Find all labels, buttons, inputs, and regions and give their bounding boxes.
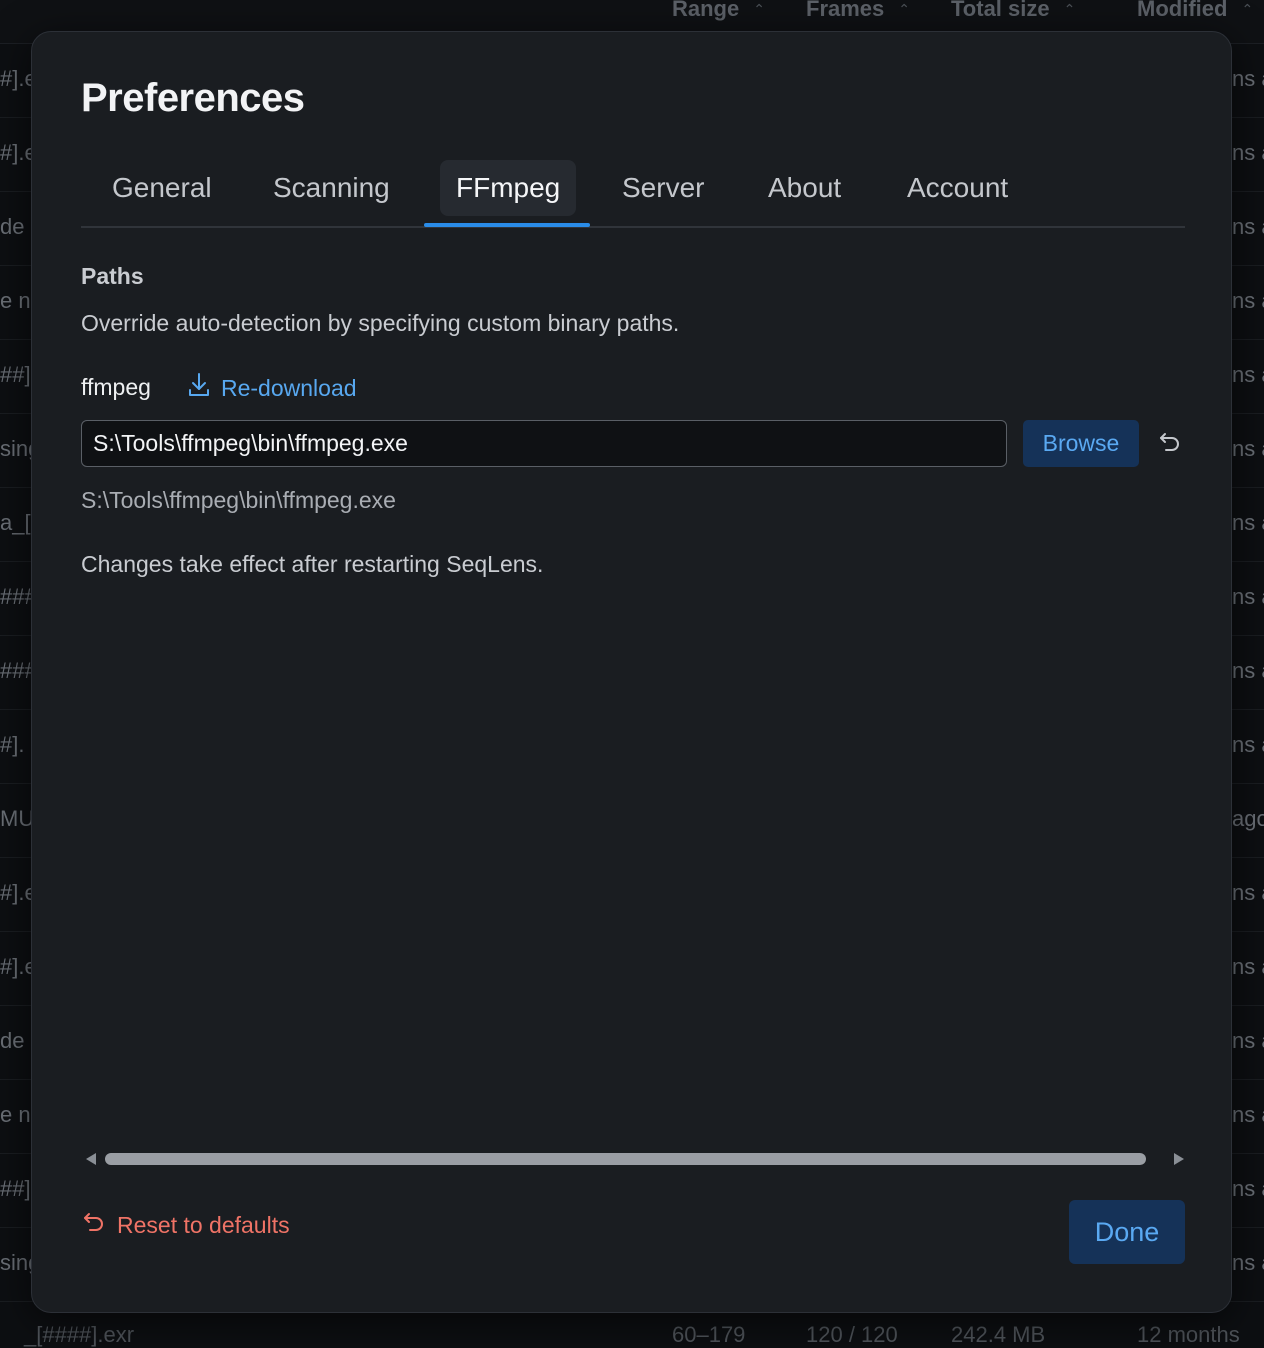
row-modified-fragment: ns a (1232, 584, 1264, 609)
row-modified-fragment: ns a (1232, 658, 1264, 683)
column-header-modified[interactable]: Modified ⌃ (1137, 0, 1253, 22)
tab-bar: General Scanning FFmpeg Server About Acc… (81, 160, 1185, 228)
row-modified-fragment: ns a (1232, 436, 1264, 461)
row-modified-fragment: ns a (1232, 1102, 1264, 1127)
row-modified-fragment: ns a (1232, 732, 1264, 757)
ffmpeg-path-input[interactable] (81, 420, 1007, 467)
resolved-path: S:\Tools\ffmpeg\bin\ffmpeg.exe (81, 487, 396, 513)
tab-server[interactable]: Server (606, 160, 720, 216)
table-cell-modified: 12 months (1137, 1322, 1240, 1347)
row-modified-fragment: ns a (1232, 1028, 1264, 1053)
horizontal-scrollbar[interactable] (82, 1148, 1188, 1170)
row-modified-fragment: ns a (1232, 1176, 1264, 1201)
row-name-fragment: MU (0, 806, 35, 831)
scroll-left-icon[interactable] (86, 1153, 96, 1165)
tab-scanning[interactable]: Scanning (257, 160, 406, 216)
row-name-fragment: de (0, 1028, 25, 1053)
reset-defaults-button[interactable]: Reset to defaults (81, 1208, 290, 1242)
row-name-fragment: de (0, 214, 25, 239)
table-cell-size: 242.4 MB (951, 1322, 1046, 1347)
browse-button[interactable]: Browse (1023, 420, 1139, 467)
preferences-dialog: Preferences General Scanning FFmpeg Serv… (31, 31, 1232, 1313)
undo-icon (81, 1209, 107, 1241)
download-icon (187, 371, 211, 405)
row-modified-fragment: ns a (1232, 140, 1264, 165)
dialog-title: Preferences (81, 76, 305, 120)
row-modified-fragment: ns a (1232, 66, 1264, 91)
active-tab-indicator (424, 223, 590, 227)
redownload-label: Re-download (221, 374, 357, 401)
done-button[interactable]: Done (1069, 1200, 1185, 1264)
row-name-fragment: a_[ (0, 510, 31, 535)
row-modified-fragment: ns a (1232, 362, 1264, 387)
row-name-fragment: #]. (0, 732, 25, 757)
column-header-frames[interactable]: Frames ⌃ (806, 0, 910, 22)
reset-defaults-label: Reset to defaults (117, 1211, 290, 1238)
sort-icon: ⌃ (753, 0, 765, 17)
section-description: Override auto-detection by specifying cu… (81, 310, 680, 336)
table-cell-name: _[####].exr (24, 1322, 135, 1347)
row-name-fragment: e n (0, 288, 31, 313)
column-header-total-size[interactable]: Total size ⌃ (951, 0, 1075, 22)
sort-icon: ⌃ (1241, 0, 1254, 17)
row-modified-fragment: ns a (1232, 288, 1264, 313)
table-cell-range: 60–179 (672, 1322, 746, 1347)
tab-about[interactable]: About (752, 160, 857, 216)
column-header-range[interactable]: Range ⌃ (672, 0, 765, 22)
row-modified-fragment: ns a (1232, 954, 1264, 979)
tab-account[interactable]: Account (891, 160, 1024, 216)
sort-icon: ⌃ (898, 0, 911, 17)
scroll-right-icon[interactable] (1174, 1153, 1184, 1165)
sort-icon: ⌃ (1063, 0, 1076, 17)
tab-general[interactable]: General (96, 160, 228, 216)
row-modified-fragment: ago (1232, 806, 1264, 831)
row-modified-fragment: ns a (1232, 1250, 1264, 1275)
row-modified-fragment: ns a (1232, 214, 1264, 239)
ffmpeg-label: ffmpeg (81, 374, 151, 400)
row-name-fragment: e n (0, 1102, 31, 1127)
tab-ffmpeg[interactable]: FFmpeg (440, 160, 577, 216)
reset-path-button[interactable] (1153, 427, 1187, 461)
section-title-paths: Paths (81, 263, 144, 289)
undo-icon (1157, 429, 1183, 460)
row-modified-fragment: ns a (1232, 510, 1264, 535)
scrollbar-thumb[interactable] (105, 1153, 1146, 1165)
row-modified-fragment: ns a (1232, 880, 1264, 905)
redownload-link[interactable]: Re-download (187, 371, 357, 405)
restart-note: Changes take effect after restarting Seq… (81, 551, 544, 577)
table-cell-frames: 120 / 120 (806, 1322, 898, 1347)
